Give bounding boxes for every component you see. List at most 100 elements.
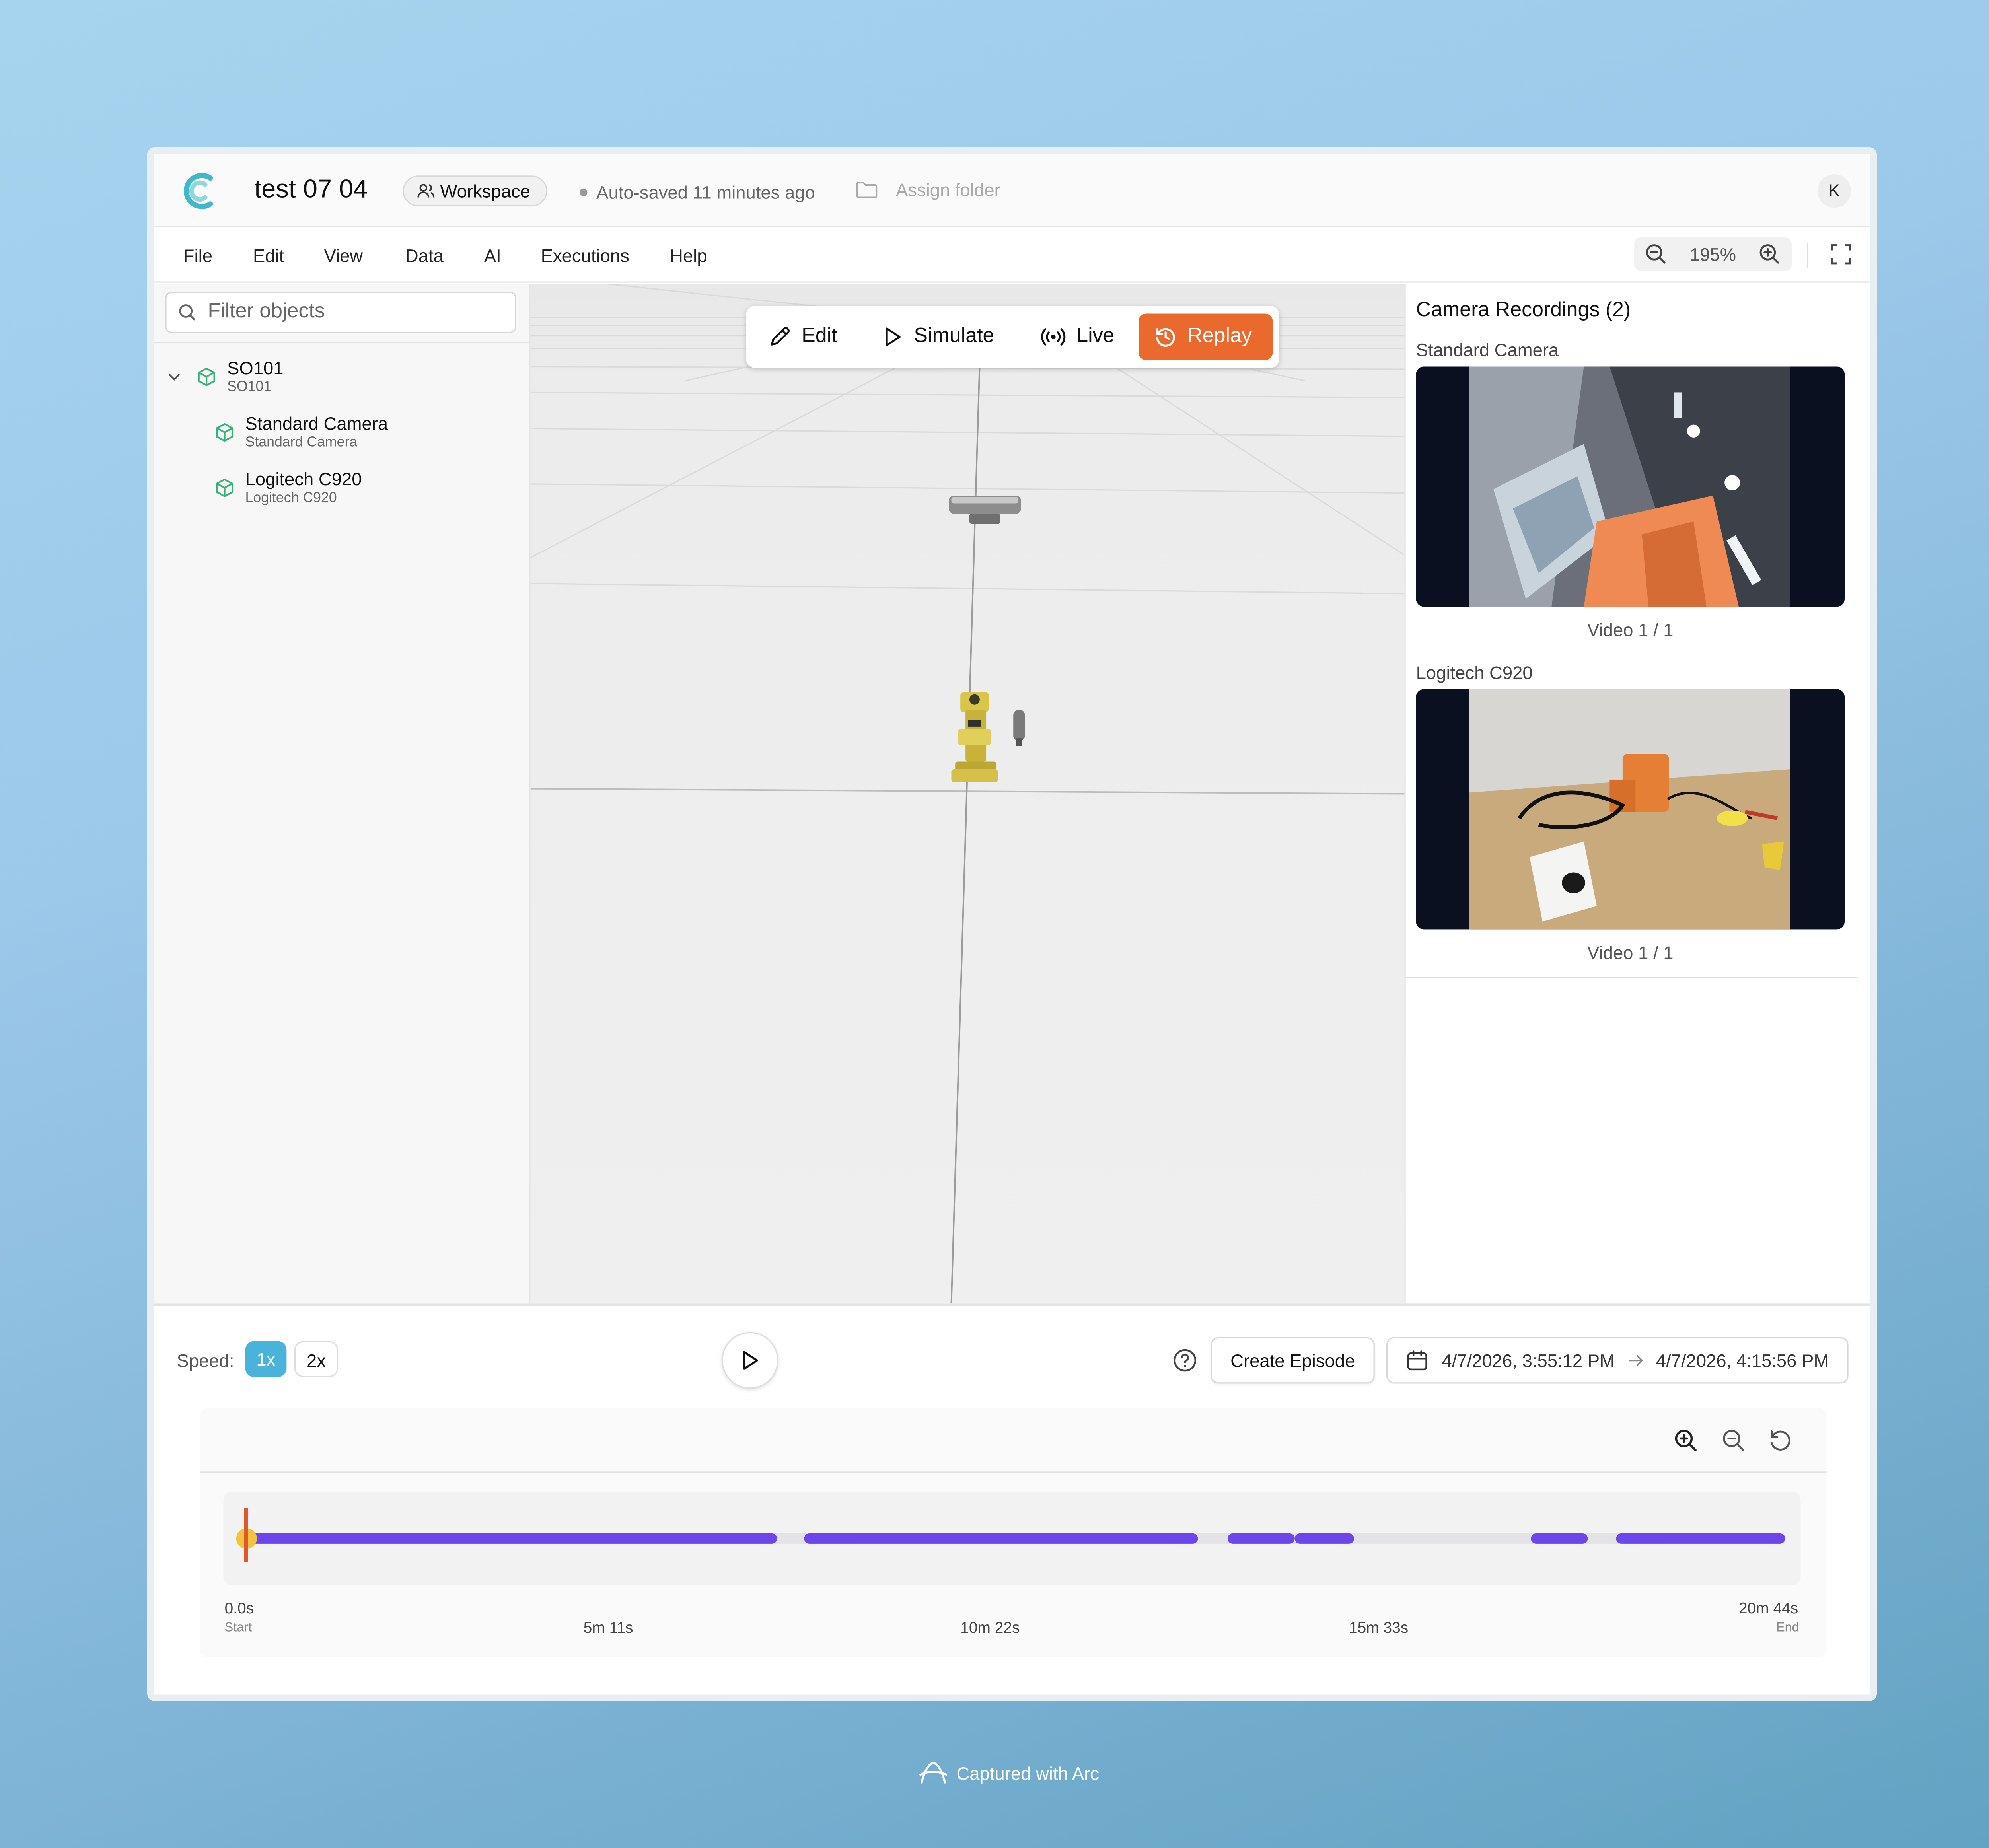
mode-toolbar: Edit Simulate Live Replay	[746, 306, 1279, 368]
assign-folder-button[interactable]: Assign folder	[856, 179, 1000, 200]
timeline-zoom-in-icon[interactable]	[1673, 1428, 1699, 1453]
play-button[interactable]	[721, 1332, 778, 1389]
date-start: 4/7/2026, 3:55:12 PM	[1442, 1350, 1615, 1371]
playhead[interactable]	[244, 1508, 248, 1562]
scene-viewport[interactable]: Edit Simulate Live Replay	[530, 284, 1405, 1304]
simulate-mode-button[interactable]: Simulate	[868, 314, 1010, 360]
tick-sublabel-end: End	[1776, 1621, 1799, 1636]
tree-item-label: SO101	[227, 357, 284, 378]
filter-placeholder: Filter objects	[208, 301, 325, 323]
recordings-title: Camera Recordings (2)	[1416, 299, 1631, 321]
tick-label: 10m 22s	[960, 1618, 1020, 1637]
playback-panel: Speed: 1x 2x Create Episode 4/7/2026, 3:…	[154, 1303, 1870, 1695]
date-end: 4/7/2026, 4:15:56 PM	[1656, 1350, 1829, 1371]
menu-data[interactable]: Data	[405, 245, 444, 266]
help-icon[interactable]	[1172, 1348, 1198, 1373]
timeline-segment[interactable]	[1531, 1533, 1588, 1544]
users-icon	[417, 184, 435, 198]
captured-with-arc: Captured with Arc	[918, 1760, 1099, 1786]
timeline-track[interactable]	[223, 1492, 1801, 1585]
live-mode-button[interactable]: Live	[1025, 314, 1130, 360]
broadcast-icon	[1041, 328, 1066, 346]
user-avatar[interactable]: K	[1817, 174, 1851, 208]
robot-arm-model[interactable]	[951, 692, 1025, 782]
menu-executions[interactable]: Executions	[541, 245, 629, 266]
zoom-control: 195%	[1634, 237, 1792, 271]
tick-label-start: 0.0s	[224, 1599, 254, 1617]
autosave-text: Auto-saved 11 minutes ago	[596, 182, 815, 203]
zoom-level: 195%	[1689, 244, 1736, 265]
toolbar-divider	[1807, 243, 1809, 268]
live-mode-label: Live	[1076, 325, 1115, 347]
menu-edit[interactable]: Edit	[253, 245, 284, 266]
folder-icon	[856, 182, 878, 198]
tree-item-standard-camera[interactable]: Standard Camera Standard Camera	[245, 413, 388, 451]
edit-mode-button[interactable]: Edit	[753, 314, 853, 360]
replay-mode-label: Replay	[1187, 325, 1252, 347]
tree-item-logitech-c920[interactable]: Logitech C920 Logitech C920	[245, 469, 362, 507]
zoom-in-icon[interactable]	[1758, 243, 1781, 266]
app-logo-icon[interactable]	[179, 169, 218, 213]
video-caption-logitech: Video 1 / 1	[1587, 942, 1674, 963]
create-episode-button[interactable]: Create Episode	[1211, 1337, 1375, 1384]
timeline-segment[interactable]	[1616, 1533, 1785, 1544]
timeline-zoom-out-icon[interactable]	[1720, 1428, 1746, 1453]
speed-2x-button[interactable]: 2x	[294, 1341, 339, 1377]
assign-folder-label: Assign folder	[895, 179, 1000, 200]
timeline-segment[interactable]	[1294, 1533, 1355, 1544]
cube-icon	[216, 423, 234, 442]
pencil-icon	[771, 327, 790, 346]
cube-icon	[198, 368, 215, 386]
camera-label-logitech: Logitech C920	[1416, 662, 1533, 683]
app-window: test 07 04 Workspace Auto-saved 11 minut…	[147, 147, 1877, 1701]
replay-mode-button[interactable]: Replay	[1139, 313, 1273, 360]
menu-file[interactable]: File	[183, 245, 212, 266]
video-caption-standard: Video 1 / 1	[1587, 619, 1674, 640]
captured-text: Captured with Arc	[956, 1763, 1100, 1784]
tree-item-sublabel: Standard Camera	[245, 435, 358, 451]
camera-label-standard: Standard Camera	[1416, 339, 1559, 360]
object-sidebar: Filter objects SO101 SO101 Standard Came…	[154, 284, 531, 1304]
timeline-segment[interactable]	[246, 1533, 778, 1544]
timeline-toolbar	[200, 1408, 1827, 1473]
document-title[interactable]: test 07 04	[254, 175, 368, 205]
date-range-picker[interactable]: 4/7/2026, 3:55:12 PM 4/7/2026, 4:15:56 P…	[1386, 1337, 1849, 1384]
camera-model[interactable]	[949, 496, 1021, 524]
workspace-label: Workspace	[440, 181, 530, 202]
recordings-divider	[1405, 977, 1858, 978]
autosave-status: Auto-saved 11 minutes ago	[579, 182, 815, 203]
tick-sublabel-start: Start	[224, 1621, 252, 1636]
recordings-panel: Camera Recordings (2) Standard Camera Vi…	[1404, 284, 1870, 1304]
speed-1x-button[interactable]: 1x	[245, 1341, 287, 1377]
tick-label: 15m 33s	[1349, 1618, 1409, 1637]
menu-ai[interactable]: AI	[484, 245, 501, 266]
tick-label-end: 20m 44s	[1738, 1599, 1798, 1617]
sidebar-divider	[154, 342, 529, 344]
filter-objects-input[interactable]: Filter objects	[165, 292, 516, 333]
video-logitech-c920[interactable]	[1416, 689, 1845, 930]
tree-item-sublabel: SO101	[227, 379, 272, 395]
tree-item-label: Standard Camera	[245, 413, 388, 434]
timeline-segment[interactable]	[1228, 1533, 1294, 1544]
arrow-right-icon	[1629, 1354, 1643, 1366]
menu-view[interactable]: View	[324, 245, 363, 266]
video-frame-logitech	[1416, 689, 1845, 930]
play-icon	[886, 327, 901, 346]
timeline: 0.0s Start 5m 11s 10m 22s 15m 33s 20m 44…	[200, 1408, 1827, 1657]
tree-item-label: Logitech C920	[245, 468, 362, 489]
menu-help[interactable]: Help	[670, 245, 707, 266]
workspace-badge[interactable]: Workspace	[403, 175, 547, 207]
video-standard-camera[interactable]	[1416, 366, 1845, 607]
zoom-out-icon[interactable]	[1645, 243, 1668, 266]
edit-mode-label: Edit	[802, 325, 837, 347]
video-frame-standard	[1416, 366, 1845, 607]
calendar-icon	[1407, 1350, 1427, 1371]
timeline-segment[interactable]	[803, 1533, 1198, 1544]
tree-item-so101[interactable]: SO101 SO101	[227, 358, 283, 396]
play-icon	[743, 1351, 758, 1370]
menu-bar: File Edit View Data AI Executions Help 1…	[154, 227, 1870, 283]
chevron-down-icon[interactable]	[168, 372, 181, 382]
arc-logo-icon	[919, 1762, 948, 1784]
timeline-reset-icon[interactable]	[1767, 1428, 1793, 1453]
fullscreen-icon[interactable]	[1829, 243, 1852, 266]
